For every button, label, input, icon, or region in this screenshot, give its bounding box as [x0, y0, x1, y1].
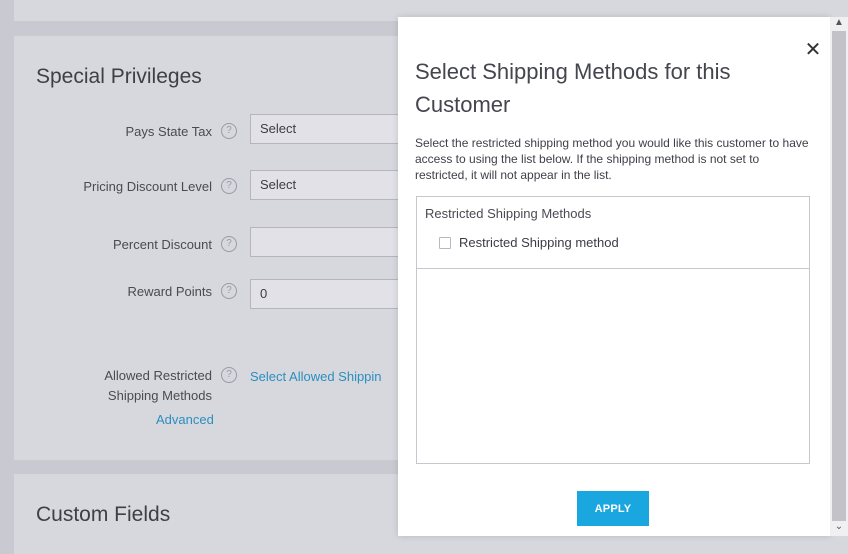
- pricing-discount-level-select[interactable]: Select: [250, 170, 410, 200]
- help-icon[interactable]: ?: [221, 236, 237, 252]
- scrollbar[interactable]: ▲ ⌄: [830, 17, 848, 536]
- restricted-shipping-checkbox[interactable]: [439, 236, 451, 249]
- select-allowed-shipping-link[interactable]: Select Allowed Shippin: [250, 369, 410, 384]
- custom-fields-title: Custom Fields: [36, 503, 171, 526]
- apply-button[interactable]: APPLY: [577, 491, 649, 526]
- restricted-methods-title: Restricted Shipping Methods: [425, 206, 592, 221]
- special-privileges-title: Special Privileges: [36, 65, 202, 88]
- help-icon[interactable]: ?: [221, 178, 237, 194]
- percent-discount-input[interactable]: [250, 227, 410, 257]
- modal-title: Select Shipping Methods for this Custome…: [415, 59, 731, 117]
- pays-state-tax-label: Pays State Tax: [125, 124, 212, 139]
- scroll-up-icon[interactable]: ▲: [830, 17, 848, 29]
- reward-points-label: Reward Points: [127, 284, 212, 299]
- shipping-methods-label: Shipping Methods: [107, 388, 212, 403]
- restricted-shipping-option[interactable]: Restricted Shipping method: [439, 235, 619, 250]
- restricted-methods-header: Restricted Shipping Methods Restricted S…: [417, 197, 809, 269]
- help-icon[interactable]: ?: [221, 367, 237, 383]
- modal-description: Select the restricted shipping method yo…: [415, 136, 809, 182]
- restricted-methods-box: Restricted Shipping Methods Restricted S…: [416, 196, 810, 464]
- advanced-link[interactable]: Advanced: [156, 412, 214, 427]
- help-icon[interactable]: ?: [221, 283, 237, 299]
- allowed-restricted-label: Allowed Restricted: [104, 368, 212, 383]
- pricing-discount-level-label: Pricing Discount Level: [83, 179, 212, 194]
- shipping-methods-modal: ✕ Select Shipping Methods for this Custo…: [398, 17, 830, 536]
- close-icon[interactable]: ✕: [804, 40, 822, 60]
- scroll-thumb[interactable]: [832, 31, 846, 521]
- help-icon[interactable]: ?: [221, 123, 237, 139]
- restricted-shipping-label[interactable]: Restricted Shipping method: [459, 235, 619, 250]
- scroll-down-icon[interactable]: ⌄: [830, 521, 848, 533]
- pays-state-tax-select[interactable]: Select: [250, 114, 410, 144]
- percent-discount-label: Percent Discount: [113, 237, 212, 252]
- reward-points-input[interactable]: 0: [250, 279, 410, 309]
